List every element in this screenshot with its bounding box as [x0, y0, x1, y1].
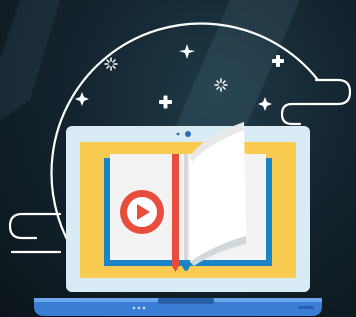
plus-icon — [159, 95, 172, 109]
background-light — [0, 0, 300, 140]
illustration-svg — [0, 0, 352, 316]
online-learning-illustration — [0, 0, 356, 317]
sparkle-icon — [179, 44, 195, 59]
sparkle-icon — [258, 97, 272, 111]
dotted-circle-icon — [104, 57, 118, 71]
sparkle-icon — [75, 92, 89, 106]
laptop-trackpad-notch — [158, 298, 214, 304]
laptop-icon — [34, 122, 322, 316]
bookmark-ribbon — [172, 154, 179, 266]
play-icon[interactable] — [120, 190, 164, 234]
